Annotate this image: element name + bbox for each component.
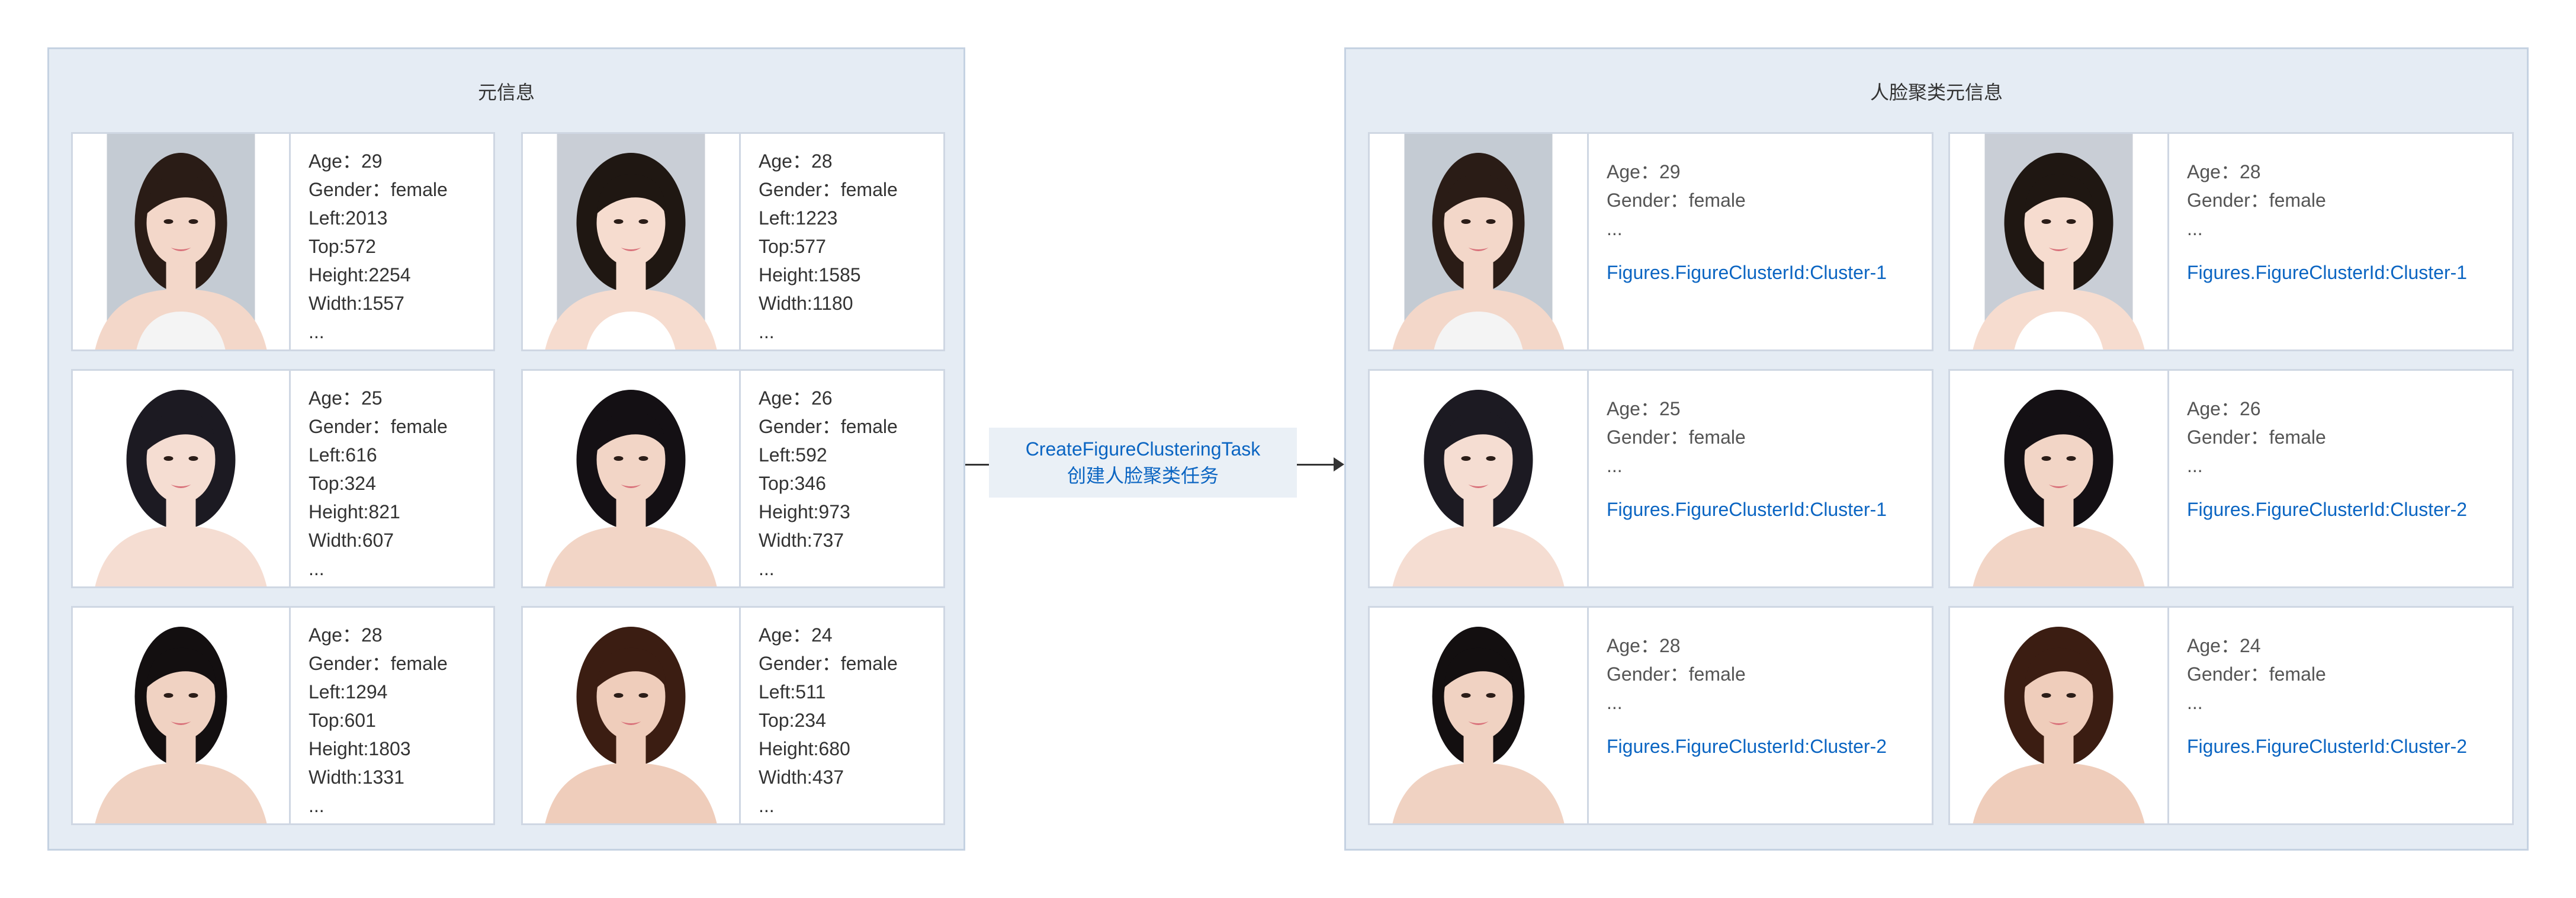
face-photo	[73, 608, 291, 823]
face-info: Age：28 Gender：female ... Figures.FigureC…	[1589, 608, 1887, 823]
face-info: Age：24 Gender：female Left:511 Top:234 He…	[759, 624, 898, 816]
task-label: 创建人脸聚类任务	[1067, 465, 1219, 486]
portrait-image	[1973, 627, 2145, 823]
face-photo	[523, 134, 741, 349]
cluster-id: Figures.FigureClusterId:Cluster-1	[1607, 499, 1887, 520]
portrait-image	[1392, 134, 1565, 349]
face-card: Age：25 Gender：female Left:616 Top:324 He…	[71, 369, 495, 588]
portrait-image	[545, 390, 717, 586]
task-box: CreateFigureClusteringTask 创建人脸聚类任务	[989, 428, 1297, 498]
face-info: Age：28 Gender：female ... Figures.FigureC…	[2169, 134, 2467, 349]
face-photo	[523, 371, 741, 586]
face-card: Age：28 Gender：female ... Figures.FigureC…	[1368, 606, 1933, 825]
face-info: Age：28 Gender：female Left:1223 Top:577 H…	[759, 150, 898, 342]
portrait-image	[1973, 390, 2145, 586]
face-card: Age：28 Gender：female Left:1294 Top:601 H…	[71, 606, 495, 825]
face-photo	[1950, 371, 2169, 586]
cluster-id: Figures.FigureClusterId:Cluster-1	[1607, 262, 1887, 283]
face-card: Age：26 Gender：female Left:592 Top:346 He…	[521, 369, 945, 588]
face-card: Age：26 Gender：female ... Figures.FigureC…	[1948, 369, 2514, 588]
face-card: Age：29 Gender：female Left:2013 Top:572 H…	[71, 132, 495, 351]
face-info: Age：25 Gender：female ... Figures.FigureC…	[1589, 371, 1887, 586]
portrait-image	[95, 627, 267, 823]
face-card: Age：24 Gender：female ... Figures.FigureC…	[1948, 606, 2514, 825]
face-photo	[73, 134, 291, 349]
cluster-id: Figures.FigureClusterId:Cluster-2	[1607, 736, 1887, 757]
portrait-image	[1392, 390, 1565, 586]
connector-line-left	[965, 464, 989, 466]
face-card: Age：25 Gender：female ... Figures.FigureC…	[1368, 369, 1933, 588]
face-photo	[73, 371, 291, 586]
connector-line-right	[1297, 464, 1335, 466]
portrait-image	[1392, 627, 1565, 823]
metadata-panel-title: 元信息	[477, 82, 535, 103]
cluster-id: Figures.FigureClusterId:Cluster-1	[2187, 262, 2468, 283]
face-photo	[1370, 608, 1589, 823]
cluster-id: Figures.FigureClusterId:Cluster-2	[2187, 736, 2468, 757]
clustering-panel: 人脸聚类元信息 Age：29 Gender：female ... Figures…	[1344, 47, 2529, 851]
face-photo	[1950, 134, 2169, 349]
face-info: Age：24 Gender：female ... Figures.FigureC…	[2169, 608, 2467, 823]
face-info: Age：28 Gender：female Left:1294 Top:601 H…	[309, 624, 448, 816]
face-card: Age：28 Gender：female ... Figures.FigureC…	[1948, 132, 2514, 351]
portrait-image	[95, 134, 267, 349]
metadata-panel: 元信息 Age：29 Gender：female Left:2013 Top:5…	[47, 47, 965, 851]
face-info: Age：26 Gender：female Left:592 Top:346 He…	[759, 387, 898, 579]
portrait-image	[1973, 134, 2145, 349]
portrait-image	[545, 627, 717, 823]
cluster-id: Figures.FigureClusterId:Cluster-2	[2187, 499, 2468, 520]
portrait-image	[95, 390, 267, 586]
task-name: CreateFigureClusteringTask	[1025, 438, 1261, 460]
face-info: Age：26 Gender：female ... Figures.FigureC…	[2169, 371, 2467, 586]
face-photo	[1950, 608, 2169, 823]
clustering-panel-title: 人脸聚类元信息	[1870, 82, 2003, 103]
face-photo	[1370, 371, 1589, 586]
face-photo	[523, 608, 741, 823]
portrait-image	[545, 134, 717, 349]
face-card: Age：29 Gender：female ... Figures.FigureC…	[1368, 132, 1933, 351]
face-card: Age：28 Gender：female Left:1223 Top:577 H…	[521, 132, 945, 351]
face-card: Age：24 Gender：female Left:511 Top:234 He…	[521, 606, 945, 825]
face-photo	[1370, 134, 1589, 349]
face-info: Age：29 Gender：female Left:2013 Top:572 H…	[309, 150, 448, 342]
arrow-head-icon	[1334, 457, 1344, 472]
face-info: Age：29 Gender：female ... Figures.FigureC…	[1589, 134, 1887, 349]
face-info: Age：25 Gender：female Left:616 Top:324 He…	[309, 387, 448, 579]
